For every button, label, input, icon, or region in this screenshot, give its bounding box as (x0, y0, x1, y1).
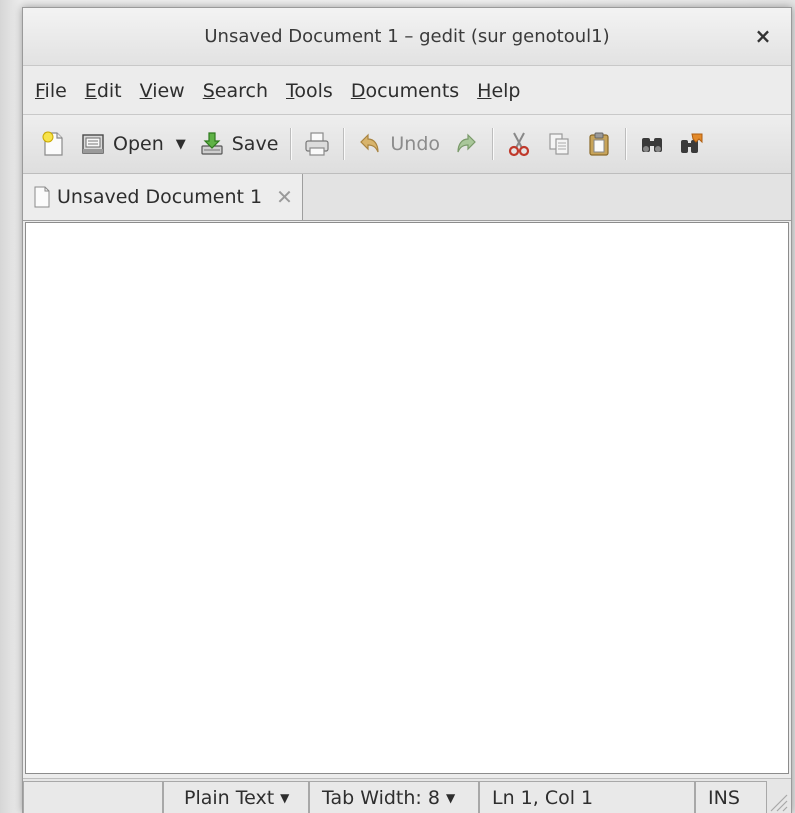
chevron-down-icon: ▼ (445, 791, 456, 805)
toolbar-separator (625, 128, 627, 160)
toolbar-separator (290, 128, 292, 160)
open-label: Open (113, 133, 164, 155)
document-tab-bar: Unsaved Document 1 ✕ (23, 174, 791, 221)
menu-documents[interactable]: Documents (351, 80, 459, 102)
menu-documents-label: ocuments (365, 80, 460, 102)
menu-edit-label: dit (96, 80, 122, 102)
menu-edit-mnemonic: E (84, 80, 97, 102)
menu-view-mnemonic: V (139, 80, 153, 102)
new-button[interactable] (33, 124, 73, 164)
document-icon (34, 186, 50, 208)
menu-file-mnemonic: F (35, 80, 45, 102)
tab-unsaved-document-1[interactable]: Unsaved Document 1 ✕ (23, 174, 303, 220)
paste-icon (589, 132, 609, 156)
toolbar-separator (343, 128, 345, 160)
menu-tools[interactable]: Tools (286, 80, 333, 102)
menu-edit[interactable]: Edit (85, 80, 122, 102)
status-bar: Plain Text ▼ Tab Width: 8 ▼ Ln 1, Col 1 … (23, 778, 791, 813)
menu-documents-mnemonic: D (350, 80, 366, 102)
menu-view[interactable]: View (140, 80, 185, 102)
new-document-icon (42, 131, 63, 156)
copy-button[interactable] (539, 124, 579, 164)
undo-button[interactable]: Undo (350, 124, 446, 164)
menu-tools-label: ools (294, 80, 333, 102)
overwrite-mode-label: INS (708, 787, 740, 809)
paste-button[interactable] (579, 124, 619, 164)
menu-file-label: ile (44, 80, 67, 102)
redo-icon (457, 133, 476, 153)
print-button[interactable] (297, 124, 337, 164)
chevron-down-icon: ▼ (280, 791, 290, 805)
undo-label: Undo (390, 133, 441, 155)
find-replace-icon (681, 133, 703, 153)
tab-close-icon[interactable]: ✕ (276, 185, 293, 209)
tab-width-label: Tab Width: 8 (322, 787, 440, 809)
menu-search[interactable]: Search (203, 80, 268, 102)
close-icon[interactable]: × (753, 26, 773, 46)
resize-grip-icon[interactable] (765, 789, 789, 813)
print-icon (305, 132, 329, 156)
window-title: Unsaved Document 1 – gedit (sur genotoul… (204, 26, 610, 47)
language-selector[interactable]: Plain Text ▼ (163, 781, 309, 813)
text-editor[interactable] (25, 222, 789, 774)
menu-help[interactable]: Help (477, 80, 520, 102)
status-message-area (23, 781, 163, 813)
open-folder-icon (82, 134, 104, 154)
language-label: Plain Text (184, 787, 275, 809)
cut-button[interactable] (499, 124, 539, 164)
gedit-window: Unsaved Document 1 – gedit (sur genotoul… (22, 7, 792, 813)
save-icon (201, 132, 223, 155)
open-button[interactable]: Open (73, 124, 170, 164)
menu-search-mnemonic: S (202, 80, 215, 102)
find-icon (642, 138, 663, 152)
copy-icon (549, 133, 569, 155)
cut-icon (508, 132, 530, 157)
toolbar-separator (492, 128, 494, 160)
save-label: Save (231, 133, 279, 155)
menu-help-label: elp (491, 80, 521, 102)
replace-button[interactable] (672, 124, 712, 164)
menu-file[interactable]: File (35, 80, 67, 102)
chevron-down-icon: ▼ (175, 136, 186, 152)
menu-view-label: iew (152, 80, 185, 102)
find-button[interactable] (632, 124, 672, 164)
open-recent-dropdown[interactable]: ▼ (170, 124, 192, 164)
undo-icon (360, 133, 379, 153)
title-bar[interactable]: Unsaved Document 1 – gedit (sur genotoul… (23, 8, 791, 66)
menu-bar: File Edit View Search Tools Documents He… (23, 74, 791, 108)
overwrite-mode: INS (695, 781, 767, 813)
menu-help-mnemonic: H (477, 80, 492, 102)
tab-label: Unsaved Document 1 (57, 186, 263, 208)
redo-button[interactable] (446, 124, 486, 164)
tab-width-selector[interactable]: Tab Width: 8 ▼ (309, 781, 479, 813)
cursor-position: Ln 1, Col 1 (479, 781, 695, 813)
toolbar: Open ▼ Save Undo (23, 114, 791, 174)
save-button[interactable]: Save (192, 124, 285, 164)
cursor-position-label: Ln 1, Col 1 (492, 787, 594, 809)
menu-search-label: earch (214, 80, 268, 102)
